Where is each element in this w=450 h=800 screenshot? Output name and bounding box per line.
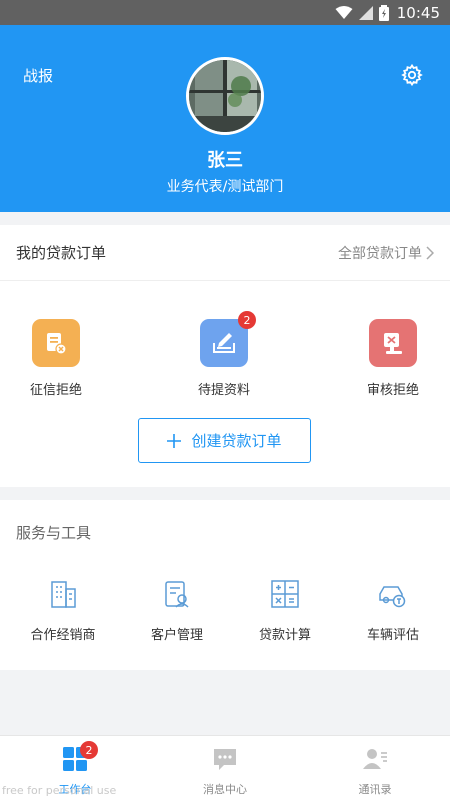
tab-label: 通讯录 xyxy=(358,783,392,796)
tool-loan-calculator[interactable]: 贷款计算 xyxy=(229,578,341,643)
customer-management-icon xyxy=(165,581,189,608)
loan-orders-header: 我的贷款订单 全部贷款订单 xyxy=(0,225,450,281)
pending-docs-icon xyxy=(213,333,235,353)
chevron-right-icon xyxy=(426,245,434,260)
credit-reject-icon xyxy=(47,333,67,355)
order-item-label: 待提资料 xyxy=(197,383,250,398)
workbench-badge: 2 xyxy=(80,741,98,759)
status-time: 10:45 xyxy=(396,3,440,22)
wifi-icon xyxy=(335,5,353,19)
tool-customer-management[interactable]: 客户管理 xyxy=(121,578,233,643)
status-icons xyxy=(335,4,389,21)
pending-docs-badge: 2 xyxy=(238,311,256,329)
review-reject-icon xyxy=(384,333,402,354)
contacts-person-icon xyxy=(363,749,387,769)
avatar[interactable] xyxy=(186,57,264,135)
user-name: 张三 xyxy=(207,150,243,171)
services-tools-title: 服务与工具 xyxy=(16,523,92,542)
loan-orders-title: 我的贷款订单 xyxy=(16,244,107,262)
tool-label: 合作经销商 xyxy=(30,628,96,643)
create-loan-order-button[interactable]: 创建贷款订单 xyxy=(138,418,311,463)
calculator-icon xyxy=(271,580,299,608)
all-loan-orders-link[interactable]: 全部贷款订单 xyxy=(338,243,434,263)
loan-orders-card: 我的贷款订单 全部贷款订单 征信拒绝 2 待提资料 审核拒绝 创建贷款订单 xyxy=(0,225,450,487)
user-department: 业务代表/测试部门 xyxy=(166,179,284,195)
create-loan-order-label: 创建贷款订单 xyxy=(191,432,282,450)
status-bar: 10:45 xyxy=(0,0,450,25)
profile-header: 战报 张三 业务代表/测试部门 xyxy=(0,25,450,212)
watermark-text: free for personal use xyxy=(2,784,117,797)
tab-message-center[interactable]: 消息中心 xyxy=(150,736,300,800)
services-tools-header: 服务与工具 xyxy=(0,500,450,564)
car-evaluation-icon xyxy=(379,586,406,608)
signal-icon xyxy=(358,5,373,20)
services-tools-card: 服务与工具 合作经销商 客户管理 贷款计算 车辆评估 xyxy=(0,500,450,670)
dealer-building-icon xyxy=(51,581,76,608)
settings-gear-icon[interactable] xyxy=(400,63,424,87)
tool-dealer[interactable]: 合作经销商 xyxy=(7,578,119,643)
message-bubble-icon xyxy=(214,749,236,770)
battery-icon xyxy=(378,4,389,21)
tool-label: 车辆评估 xyxy=(366,628,419,643)
avatar-photo xyxy=(189,60,261,132)
order-item-label: 征信拒绝 xyxy=(29,383,82,398)
tab-contacts[interactable]: 通讯录 xyxy=(300,736,450,800)
tool-label: 贷款计算 xyxy=(258,628,311,643)
tab-label: 消息中心 xyxy=(203,783,247,796)
battle-report-link[interactable]: 战报 xyxy=(23,65,53,86)
all-loan-orders-label: 全部贷款订单 xyxy=(338,245,422,262)
tool-vehicle-evaluation[interactable]: 车辆评估 xyxy=(337,578,449,643)
tool-label: 客户管理 xyxy=(150,628,203,643)
order-item-credit-reject[interactable] xyxy=(32,319,80,367)
plus-icon xyxy=(167,433,182,448)
order-item-review-reject[interactable] xyxy=(369,319,417,367)
order-item-label: 审核拒绝 xyxy=(366,383,419,398)
